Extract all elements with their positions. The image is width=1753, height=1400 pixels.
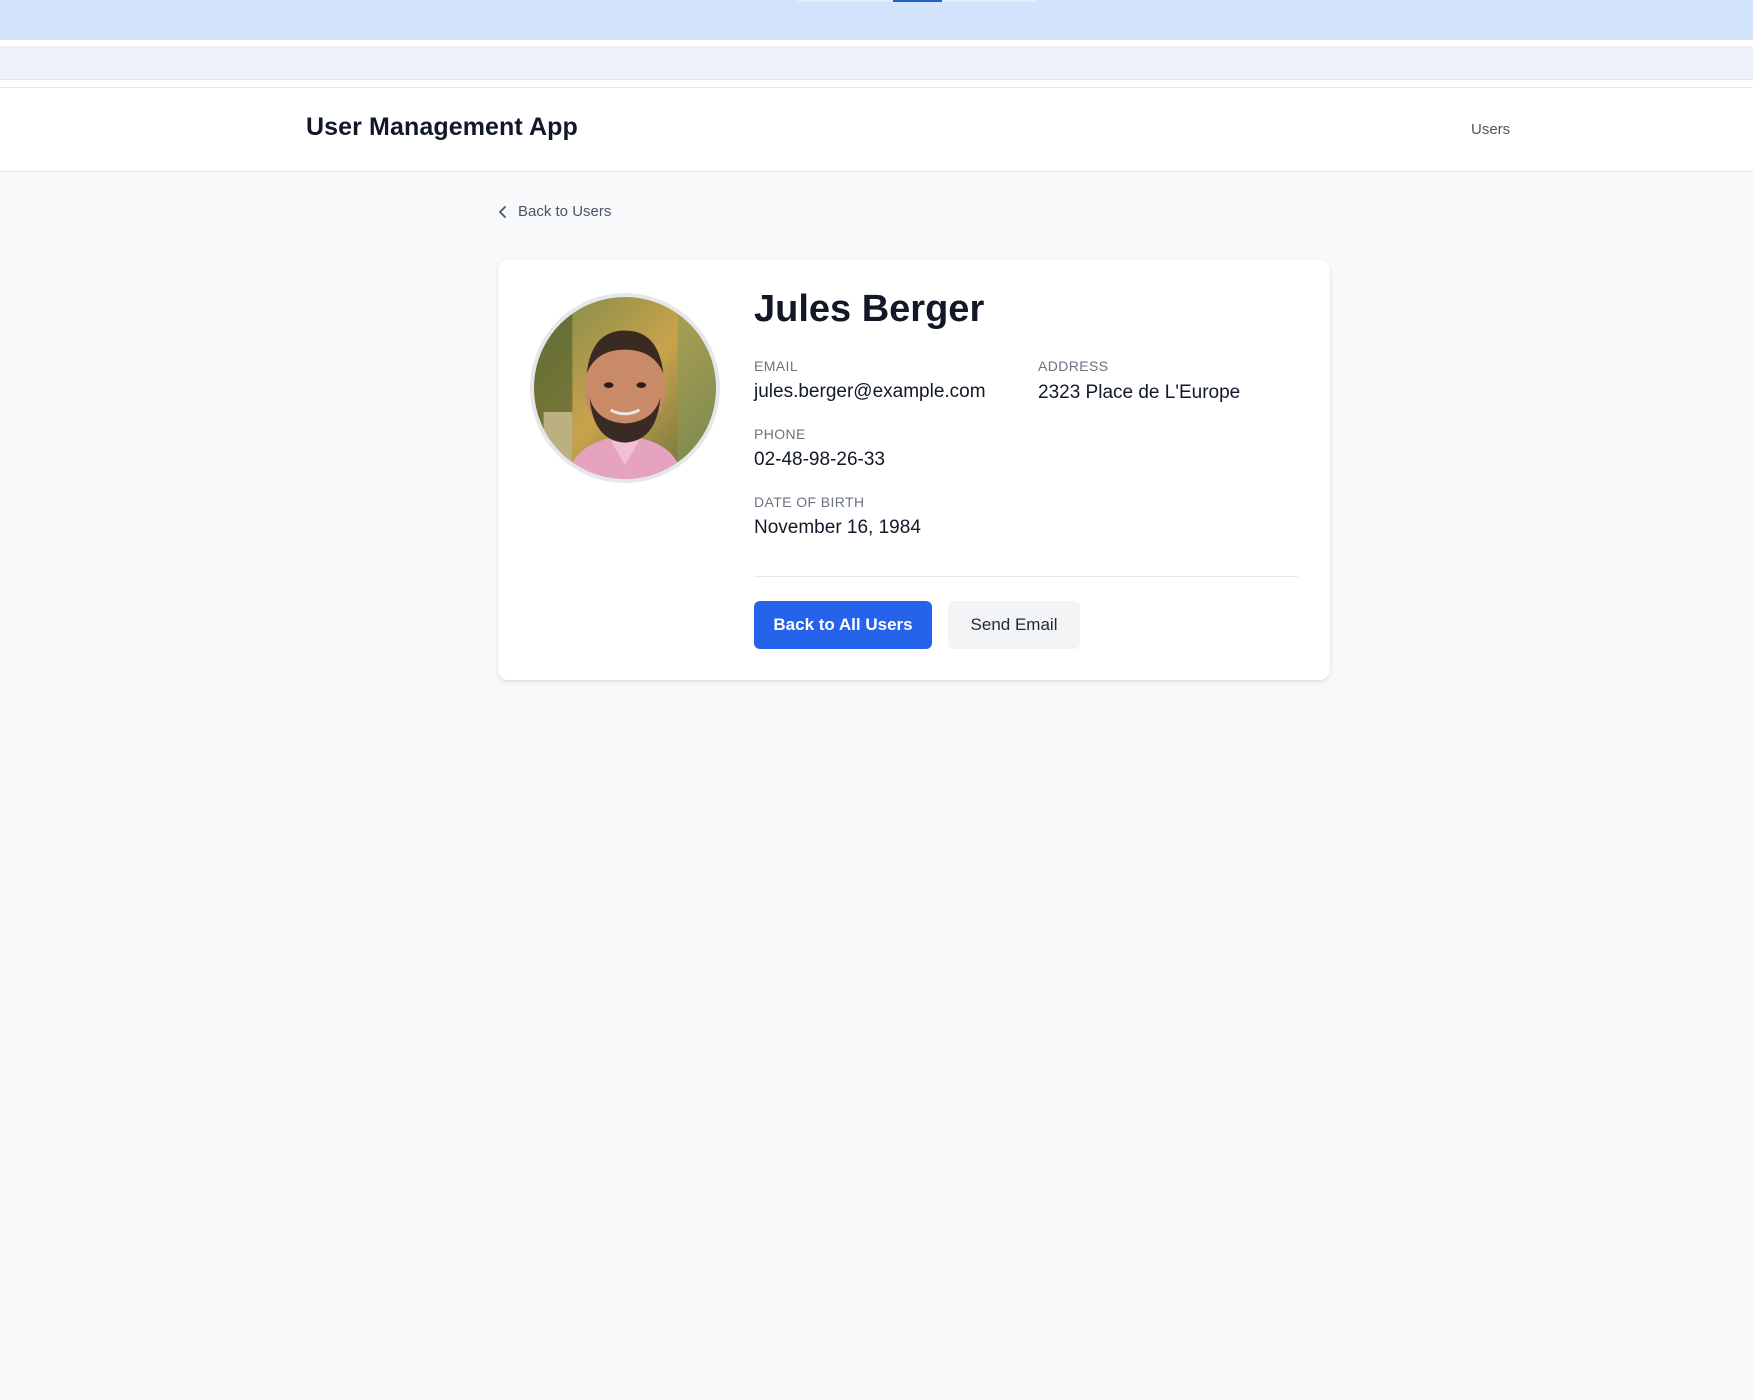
app-title[interactable]: User Management App	[306, 113, 578, 142]
back-to-users-link[interactable]: Back to Users	[498, 203, 611, 220]
address-value: 2323 Place de L'Europe	[1038, 382, 1241, 403]
phone-value: 02-48-98-26-33	[754, 449, 885, 470]
chevron-left-icon	[498, 205, 508, 219]
card-divider	[754, 576, 1298, 577]
phone-label: PHONE	[754, 426, 806, 442]
second-gap	[0, 80, 1753, 87]
email-value[interactable]: jules.berger@example.com	[754, 381, 986, 403]
loading-indicator	[893, 0, 942, 2]
browser-top-band	[0, 0, 1753, 40]
user-name: Jules Berger	[754, 288, 985, 330]
dob-label: DATE OF BIRTH	[754, 494, 865, 510]
secondary-band	[0, 46, 1753, 80]
avatar	[530, 293, 720, 483]
navbar: User Management App Users	[0, 87, 1753, 172]
address-label: ADDRESS	[1038, 358, 1109, 374]
email-label: EMAIL	[754, 358, 799, 374]
send-email-button[interactable]: Send Email	[948, 601, 1080, 649]
user-photo	[534, 297, 716, 479]
dob-value: November 16, 1984	[754, 517, 921, 538]
back-to-users-label: Back to Users	[518, 203, 612, 220]
nav-link-users[interactable]: Users	[1471, 121, 1510, 138]
back-to-all-users-button[interactable]: Back to All Users	[754, 601, 932, 649]
user-profile-card: Jules Berger EMAIL jules.berger@example.…	[498, 260, 1330, 680]
